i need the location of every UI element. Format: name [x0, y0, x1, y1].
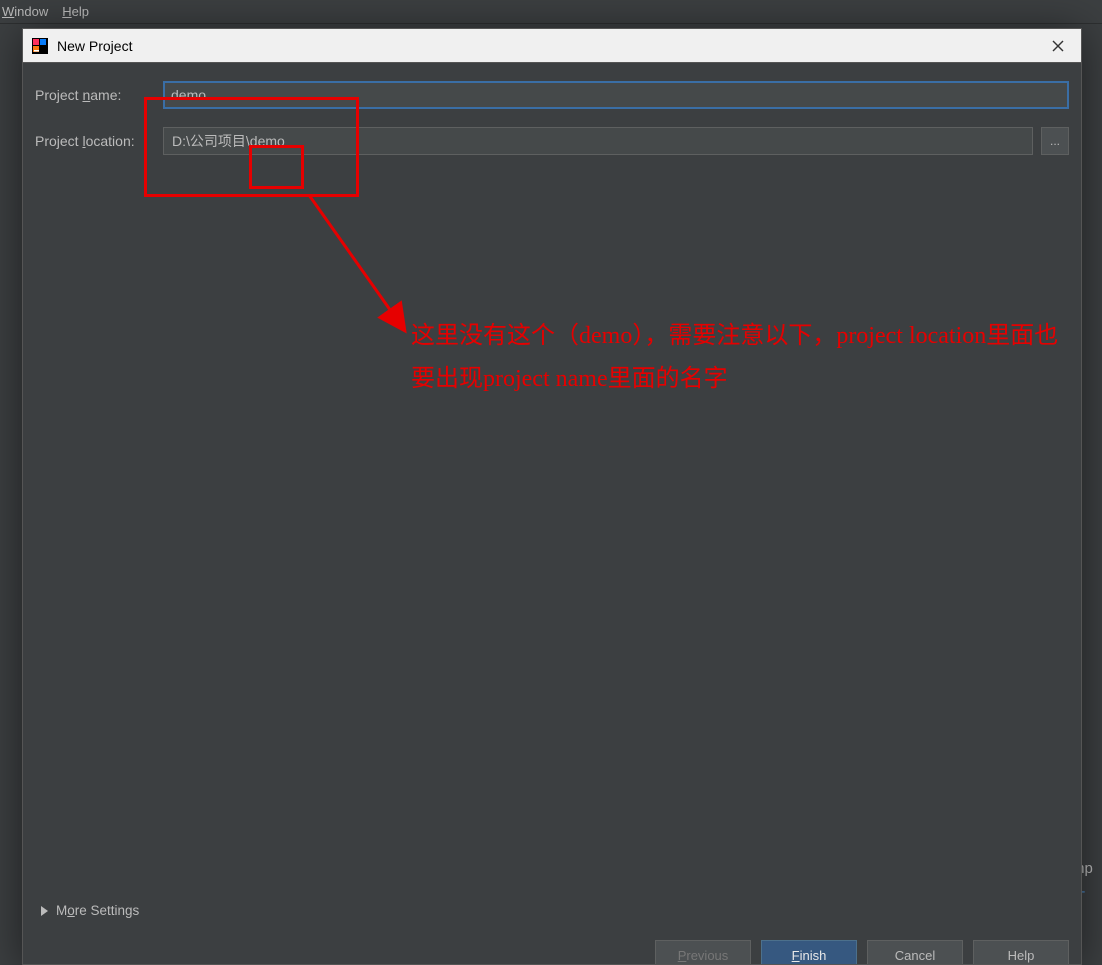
menu-window[interactable]: Window: [2, 4, 48, 19]
browse-button[interactable]: ...: [1041, 127, 1069, 155]
parent-menubar: Window Help: [0, 0, 1102, 24]
more-settings-label: More Settings: [56, 903, 139, 918]
intellij-icon: [31, 37, 49, 55]
menu-help[interactable]: Help: [62, 4, 89, 19]
project-location-row: Project location: ...: [35, 127, 1069, 155]
annotation-text: 这里没有这个（demo），需要注意以下，project location里面也要…: [411, 315, 1071, 401]
button-bar-clip: Previous Finish Cancel Help: [23, 924, 1081, 964]
cancel-button[interactable]: Cancel: [867, 940, 963, 964]
dialog-title: New Project: [57, 38, 1037, 54]
new-project-dialog: New Project Project name: demo Project l…: [22, 28, 1082, 965]
project-name-row: Project name: demo: [35, 81, 1069, 109]
more-settings-toggle[interactable]: More Settings: [41, 903, 139, 918]
project-location-input[interactable]: [163, 127, 1033, 155]
button-bar: Previous Finish Cancel Help: [655, 924, 1069, 964]
previous-button[interactable]: Previous: [655, 940, 751, 964]
dialog-titlebar: New Project: [23, 29, 1081, 63]
annotation-arrow: [305, 191, 445, 351]
project-name-input[interactable]: demo: [163, 81, 1069, 109]
project-name-label: Project name:: [35, 87, 163, 103]
help-button[interactable]: Help: [973, 940, 1069, 964]
project-name-value: demo: [171, 87, 206, 103]
expand-triangle-icon: [41, 906, 48, 916]
finish-button[interactable]: Finish: [761, 940, 857, 964]
close-icon: [1052, 40, 1064, 52]
dialog-body: Project name: demo Project location: ...…: [23, 63, 1081, 964]
close-button[interactable]: [1037, 29, 1079, 62]
project-location-label: Project location:: [35, 133, 163, 149]
